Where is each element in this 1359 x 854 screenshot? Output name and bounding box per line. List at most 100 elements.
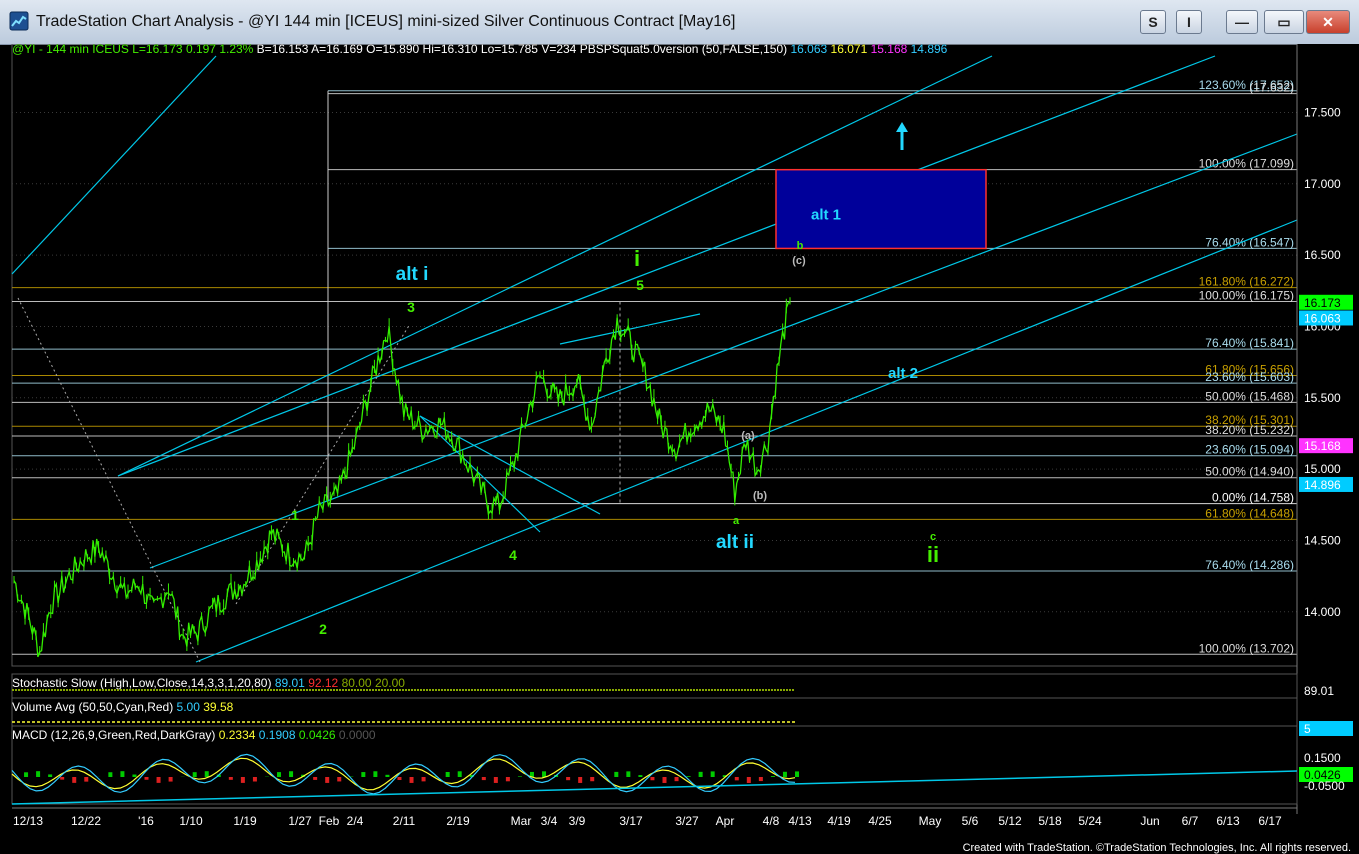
macd-histogram-bar [24,772,29,777]
price-series [13,297,791,658]
volume-value: 5.00 [173,700,200,714]
macd-histogram-bar [578,777,583,783]
i-button[interactable]: I [1176,10,1202,34]
price-tick-label: 15.000 [1304,462,1341,476]
fib-label: 76.40% (15.841) [1205,336,1294,350]
time-tick-label: 6/7 [1182,814,1199,828]
time-tick-label: 4/19 [827,814,851,828]
macd-histogram-bar [493,777,498,783]
macd-histogram-bar [614,771,619,777]
fib-label: 76.40% (14.286) [1205,558,1294,572]
wave-label: (a) [741,430,755,442]
macd-histogram-bar [289,771,294,777]
macd-histogram-bar [204,771,209,777]
study-value: 16.071 [827,44,867,56]
time-tick-label: 4/25 [868,814,892,828]
price-tag-label: 16.063 [1304,311,1341,325]
price-axis: 17.50017.00016.50016.00015.50015.00014.5… [1296,44,1359,814]
fib-label: 50.00% (15.468) [1205,389,1294,403]
header-field: A=16.169 [308,44,363,56]
macd-line [11,757,796,791]
macd-histogram-bar [373,771,378,777]
macd-histogram-bar [746,777,751,783]
time-tick-label: 3/27 [675,814,699,828]
macd-histogram-bar [409,777,414,783]
macd-title: MACD (12,26,9,Green,Red,DarkGray) [12,728,215,742]
wave-label: a [733,515,740,527]
time-axis: 12/13 12/22 '16 1/10 1/19 1/27 Feb 2/4 2/11 2/19 M… [12,807,1297,828]
macd-histogram-bar [72,777,77,783]
fib-label: 0.00% (14.758) [1212,491,1294,505]
macd-histogram-bar [638,775,643,777]
indicator-panes: Stochastic Slow (High,Low,Close,14,3,3,1… [11,673,1353,805]
price-tick-label: 17.500 [1304,105,1341,119]
macd-histogram-bar [734,777,739,781]
time-tick-label: 2/4 [347,814,364,828]
time-tick-label: 1/27 [288,814,312,828]
close-button[interactable]: ✕ [1306,10,1350,34]
macd-histogram-bar [36,771,41,777]
fib-label: 50.00% (14.940) [1205,465,1294,479]
channel-line [149,133,1298,569]
time-tick-label: 4/8 [763,814,780,828]
wave-label: i [634,246,640,271]
target-zone [775,168,987,250]
wave-label: alt i [396,264,429,285]
time-tick-label: Apr [716,814,735,828]
header-field: Lo=15.785 [478,44,539,56]
volume-value: 39.58 [200,700,234,714]
target-box: alt 1 [775,168,987,250]
price-tag-label: 15.168 [1304,439,1341,453]
time-tick-label: 2/19 [446,814,470,828]
macd-histogram-bar [48,774,53,777]
price-axis-bg [1297,44,1359,814]
minimize-button[interactable]: — [1226,10,1258,34]
price-tag-label: 16.173 [1304,296,1341,310]
stochastic-value: 92.12 [305,676,339,690]
study-value: 15.168 [867,44,907,56]
macd-value: 0.0426 [296,728,336,742]
macd-axis-label: 0.1500 [1304,751,1341,765]
header-field: O=15.890 [363,44,420,56]
macd-histogram-bar [795,771,799,777]
macd-histogram-bar [505,777,510,782]
wave-label: (b) [753,490,767,502]
wave-label: 3 [407,299,415,315]
wave-labels: alt i3i5124alt iia(a)(b)b(c)alt 2cii [291,240,939,637]
macd-histogram-bar [686,776,691,777]
maximize-button[interactable]: ▭ [1264,10,1304,34]
time-tick-label: 5/18 [1038,814,1062,828]
fib-label: (17.632) [1249,81,1294,95]
time-tick-label: 3/9 [569,814,586,828]
macd-histogram-bar [325,777,330,783]
macd-histogram-bar [156,777,161,783]
wave-label: 4 [509,547,517,563]
volume-title: Volume Avg (50,50,Cyan,Red) [12,700,173,714]
time-tick-label: 3/17 [619,814,643,828]
macd-histogram-bar [457,771,462,777]
macd-histogram-bar [108,772,113,777]
macd-histogram-bar [481,777,486,781]
time-tick-label: '16 [138,814,154,828]
wave-label: (c) [792,255,806,267]
price-tick-label: 14.500 [1304,533,1341,547]
window-title: TradeStation Chart Analysis - @YI 144 mi… [36,13,736,30]
s-button[interactable]: S [1140,10,1166,34]
time-tick-label: 6/17 [1258,814,1282,828]
chart-header: @YI - 144 min ICEUS L=16.173 0.197 1.23%… [12,44,948,56]
time-tick-label: 5/6 [962,814,979,828]
time-tick-label: 4/13 [788,814,812,828]
macd-histogram-bar [337,777,342,782]
channel-line [11,55,217,275]
macd-histogram-bar [517,776,522,777]
footer-credit: Created with TradeStation. ©TradeStation… [962,842,1351,854]
chart-area[interactable]: 123.60% (17.652)(17.632)100.00% (17.099)… [0,44,1359,854]
time-tick-label: 12/13 [13,814,43,828]
price-tick-label: 16.500 [1304,248,1341,262]
macd-histogram-bar [770,776,775,777]
stochastic-value: 89.01 [271,676,305,690]
wave-label: alt 2 [888,365,918,382]
macd-histogram-bar [144,777,149,780]
wave-label: ii [927,542,939,567]
time-tick-label: 5/24 [1078,814,1102,828]
